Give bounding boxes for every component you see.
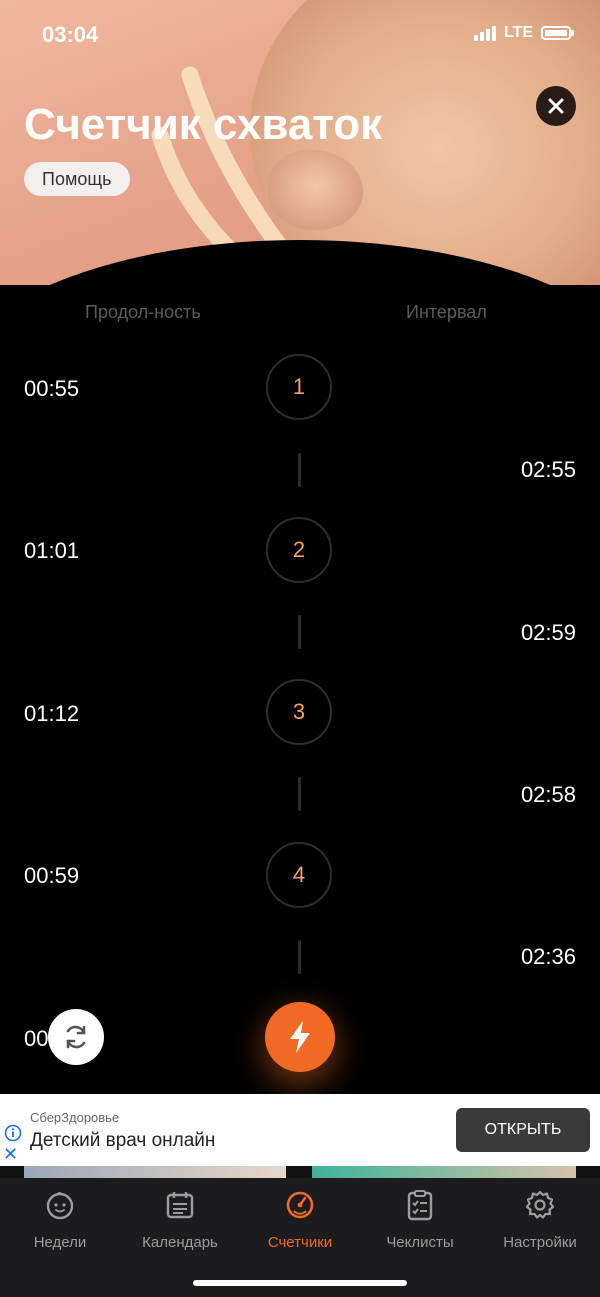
contraction-number[interactable]: 2: [266, 517, 332, 583]
tab-label: Настройки: [503, 1234, 577, 1251]
tab-label: Календарь: [142, 1234, 218, 1251]
stopwatch-icon: [286, 1191, 314, 1219]
tab-weeks[interactable]: Недели: [0, 1188, 120, 1251]
lightning-icon: [290, 1021, 310, 1053]
ad-title: Детский врач онлайн: [30, 1130, 216, 1151]
ad-image-strip: [0, 1166, 600, 1178]
ad-sponsor: СберЗдоровье: [30, 1110, 120, 1125]
tab-calendar[interactable]: Календарь: [120, 1188, 240, 1251]
timeline-connector: [298, 615, 301, 649]
tab-label: Счетчики: [267, 1234, 333, 1251]
contraction-number[interactable]: 3: [266, 679, 332, 745]
ad-banner[interactable]: ✕ СберЗдоровье Детский врач онлайн ОТКРЫ…: [0, 1094, 600, 1166]
help-button[interactable]: Помощь: [24, 162, 130, 196]
timeline-connector: [298, 940, 301, 974]
contraction-number[interactable]: 4: [266, 842, 332, 908]
close-button[interactable]: [536, 86, 576, 126]
status-time: 03:04: [42, 22, 99, 47]
close-icon: [548, 98, 564, 114]
reset-button[interactable]: [48, 1009, 104, 1065]
ad-close-icon[interactable]: ✕: [3, 1144, 18, 1165]
home-indicator: [193, 1280, 407, 1286]
contraction-duration: 00:59: [24, 863, 80, 888]
contraction-duration: 00: [24, 1026, 49, 1051]
contraction-duration: 01:12: [24, 701, 80, 726]
refresh-icon: [66, 1025, 86, 1049]
contraction-interval: 02:36: [520, 944, 576, 969]
timeline-connector: [298, 453, 301, 487]
contraction-duration: 00:55: [24, 376, 80, 401]
gear-icon: [525, 1190, 555, 1219]
duration-column-header: Продол-ность: [85, 302, 201, 322]
contraction-interval: 02:55: [520, 457, 576, 482]
interval-column-header: Интервал: [406, 302, 487, 322]
network-label: LTE: [503, 24, 533, 41]
checklist-icon: [407, 1190, 433, 1221]
status-indicators: LTE: [473, 24, 574, 42]
signal-icon: [473, 25, 496, 41]
timeline-connector: [298, 777, 301, 811]
start-contraction-button[interactable]: [265, 1002, 335, 1072]
tab-label: Недели: [33, 1234, 87, 1251]
page-title: Счетчик схваток: [24, 100, 383, 149]
calendar-icon: [166, 1192, 194, 1219]
contraction-duration: 01:01: [24, 538, 80, 563]
baby-face-icon: [46, 1192, 74, 1220]
contraction-interval: 02:58: [520, 782, 576, 807]
battery-icon: [541, 26, 574, 40]
tab-counters[interactable]: Счетчики: [240, 1188, 360, 1251]
contraction-interval: 02:59: [520, 620, 576, 645]
tab-settings[interactable]: Настройки: [480, 1188, 600, 1251]
tab-label: Чеклисты: [386, 1234, 454, 1251]
tab-checklists[interactable]: Чеклисты: [360, 1188, 480, 1251]
ad-open-button[interactable]: ОТКРЫТЬ: [456, 1108, 590, 1152]
contraction-number[interactable]: 1: [266, 354, 332, 420]
